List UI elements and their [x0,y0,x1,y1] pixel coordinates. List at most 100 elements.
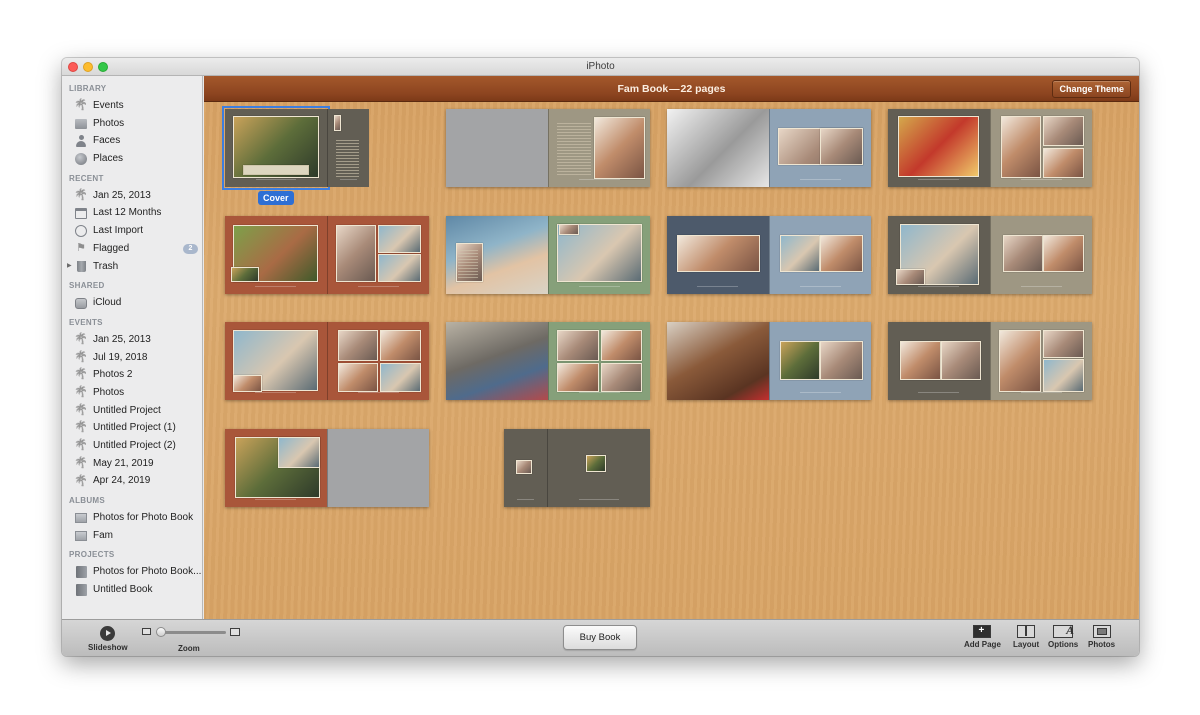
book-spread-spread-6[interactable] [667,216,871,294]
sidebar-item[interactable]: Places [62,150,202,168]
book-page-right[interactable] [989,216,1092,294]
photo-thumbnail[interactable] [594,116,645,180]
sidebar-item[interactable]: 🌴 Untitled Project (1) [62,419,202,437]
disclosure-triangle-icon[interactable]: ▶ [67,258,72,276]
book-spread-spread-5[interactable] [446,216,650,294]
minimize-window-button[interactable] [83,62,93,72]
zoom-small-icon[interactable] [142,628,151,635]
sidebar-item[interactable]: 🌴 Apr 24, 2019 [62,472,202,490]
book-spread-cover[interactable] [222,106,371,190]
book-page-right[interactable] [989,109,1092,187]
photo-thumbnail[interactable] [556,329,600,361]
photo-thumbnail[interactable] [1043,359,1084,393]
zoom-slider[interactable] [158,631,226,634]
book-page-left[interactable] [888,322,990,400]
photo-thumbnail[interactable] [1000,116,1042,179]
photo-thumbnail[interactable] [233,375,262,393]
book-page-left[interactable] [888,109,990,187]
book-page-right[interactable] [989,322,1092,400]
photo-thumbnail[interactable] [585,454,607,472]
sidebar-item[interactable]: Last Import [62,222,202,240]
sidebar-item[interactable]: 🌴 May 21, 2019 [62,455,202,473]
photo-thumbnail[interactable] [779,340,821,380]
photo-thumbnail[interactable] [820,127,863,166]
photo-thumbnail[interactable] [1043,234,1084,273]
book-page-left[interactable] [667,216,769,294]
photo-thumbnail[interactable] [677,234,761,273]
photo-thumbnail[interactable] [337,362,379,393]
photo-thumbnail[interactable] [1043,116,1084,146]
sidebar-item[interactable]: 🌴 Photos 2 [62,366,202,384]
photo-thumbnail[interactable] [380,362,421,393]
book-spread-spread-3[interactable] [888,109,1092,187]
book-spread-spread-12[interactable] [225,429,429,507]
photo-thumbnail[interactable] [333,115,342,131]
sidebar-item[interactable]: 🌴 Jan 25, 2013 [62,331,202,349]
photo-thumbnail[interactable] [898,116,980,177]
book-page-left[interactable] [446,216,548,294]
sidebar-item[interactable]: ⚑ Flagged 2 [62,240,202,258]
book-page-right[interactable] [547,429,650,507]
text-block[interactable] [556,123,592,175]
zoom-slider-thumb[interactable] [156,627,167,637]
change-theme-button[interactable]: Change Theme [1052,80,1131,98]
book-page-right[interactable] [768,216,871,294]
sidebar-item[interactable]: 🌴 Jul 19, 2018 [62,349,202,367]
photo-thumbnail[interactable] [337,329,379,361]
photo-thumbnail[interactable] [1002,234,1044,273]
photo-thumbnail[interactable] [820,234,863,273]
book-page-left[interactable] [225,322,327,400]
close-window-button[interactable] [68,62,78,72]
photos-button[interactable]: Photos [1088,625,1115,649]
book-page-left[interactable] [225,429,327,507]
photo-thumbnail[interactable] [900,340,941,380]
book-page-right[interactable] [547,216,650,294]
photo-thumbnail[interactable] [601,329,642,361]
photo-thumbnail[interactable] [820,340,863,380]
photo-thumbnail[interactable] [231,267,260,282]
slideshow-button[interactable]: Slideshow [88,626,128,652]
book-page-left[interactable] [222,106,330,190]
options-button[interactable]: A Options [1048,623,1078,649]
sidebar-item[interactable]: 🌴 Jan 25, 2013 [62,187,202,205]
book-page-right[interactable] [547,322,650,400]
photo-thumbnail[interactable] [896,269,925,285]
photo-thumbnail[interactable] [378,224,421,253]
photo-thumbnail[interactable] [516,460,533,475]
book-spread-spread-1[interactable] [446,109,650,187]
text-block[interactable] [458,250,479,279]
buy-book-button[interactable]: Buy Book [563,625,637,650]
book-page-left[interactable] [667,109,769,187]
zoom-large-icon[interactable] [230,628,240,636]
book-spread-spread-2[interactable] [667,109,871,187]
book-page-left[interactable] [888,216,990,294]
photo-thumbnail[interactable] [779,234,821,273]
sidebar-item[interactable]: Faces [62,132,202,150]
sidebar-item[interactable]: Last 12 Months [62,204,202,222]
book-spread-spread-11[interactable] [888,322,1092,400]
layout-button[interactable]: Layout [1013,625,1039,649]
photo-thumbnail[interactable] [998,329,1042,393]
book-page-right[interactable] [547,109,650,187]
book-spread-spread-7[interactable] [888,216,1092,294]
sidebar-item[interactable]: Photos for Photo Book [62,509,202,527]
book-spread-spread-4[interactable] [225,216,429,294]
sidebar-item[interactable]: 🌴 Untitled Project (2) [62,437,202,455]
book-spread-spread-8[interactable] [225,322,429,400]
photo-thumbnail[interactable] [556,362,600,393]
book-page-left[interactable] [667,322,769,400]
book-page-right[interactable] [326,216,429,294]
book-page-right[interactable] [768,322,871,400]
sidebar-item[interactable]: 🌴 Untitled Project [62,402,202,420]
book-page-right[interactable] [327,109,369,187]
sidebar-item[interactable]: Fam [62,527,202,545]
text-block[interactable] [336,140,359,180]
photo-thumbnail[interactable] [601,362,642,393]
add-page-button[interactable]: + Add Page [964,625,1001,649]
photo-thumbnail[interactable] [335,224,377,283]
book-spread-spread-10[interactable] [667,322,871,400]
photo-thumbnail[interactable] [558,223,579,236]
book-page-right[interactable] [768,109,871,187]
sidebar-item[interactable]: 🌴 Photos [62,384,202,402]
book-page-right[interactable] [326,322,429,400]
